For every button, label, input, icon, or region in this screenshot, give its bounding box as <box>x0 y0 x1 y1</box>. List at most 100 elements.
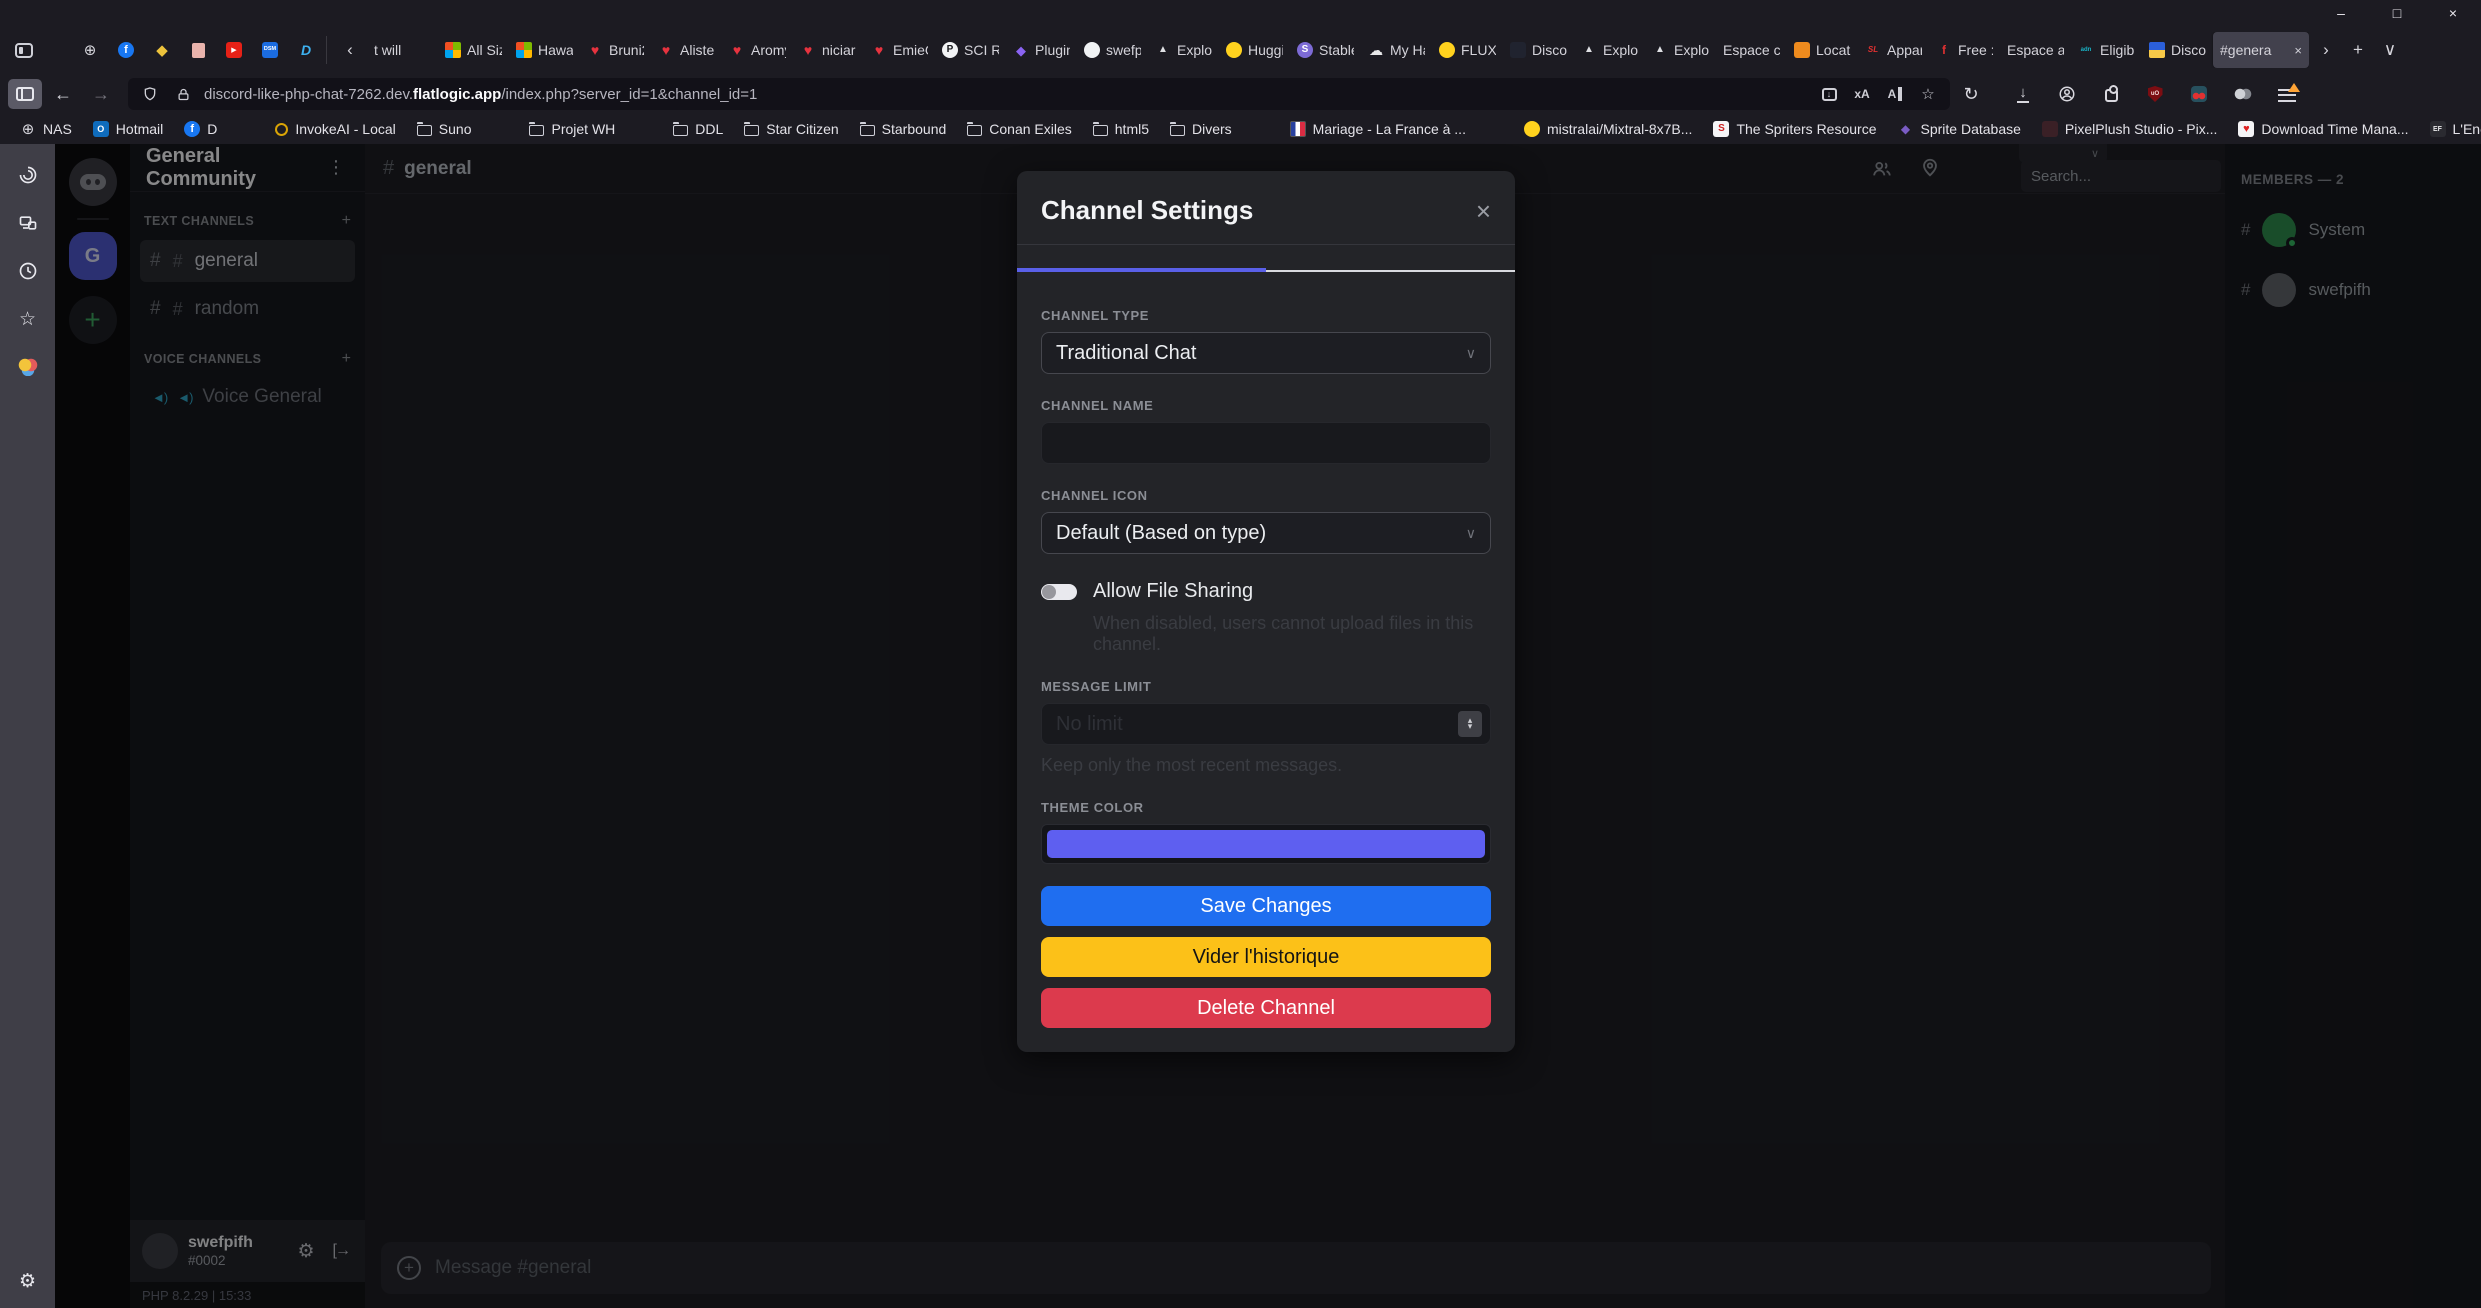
browser-tab[interactable]: ☁ My Ha <box>1361 32 1432 68</box>
translate-icon[interactable]: xA <box>1850 82 1874 106</box>
bookmark-item[interactable] <box>232 119 260 139</box>
browser-tab[interactable]: S Stable <box>1290 32 1361 68</box>
bookmark-item[interactable]: PixelPlush Studio - Pix... <box>2036 119 2224 139</box>
bookmarks-star-icon[interactable]: ☆ <box>17 308 39 330</box>
delete-channel-button[interactable]: Delete Channel <box>1041 988 1491 1028</box>
back-button[interactable]: ← <box>46 79 80 109</box>
user-settings-gear-icon[interactable]: ⚙ <box>294 1240 319 1263</box>
add-server-button[interactable]: + <box>69 296 117 344</box>
pinned-tab[interactable]: ⊕ <box>80 36 100 64</box>
bookmark-item[interactable]: html5 <box>1087 119 1155 139</box>
bookmark-item[interactable]: Mariage - La France à ... <box>1284 119 1472 139</box>
server-header[interactable]: General Community ⋮ <box>130 144 365 192</box>
history-clock-icon[interactable] <box>17 260 39 282</box>
bookmark-item[interactable]: ◆ Sprite Database <box>1892 119 2027 139</box>
browser-tab[interactable]: All Siz <box>438 32 509 68</box>
server-menu-kebab-icon[interactable]: ⋮ <box>323 157 349 178</box>
attach-plus-icon[interactable]: + <box>397 1256 421 1280</box>
browser-tab[interactable]: Espace clie <box>1716 32 1787 68</box>
bookmark-item[interactable]: Suno <box>411 119 478 139</box>
text-channel-item[interactable]: # # general <box>140 240 355 282</box>
bookmark-item[interactable]: S The Spriters Resource <box>1707 119 1882 139</box>
firefox-view-button[interactable] <box>6 32 42 68</box>
ai-chatbot-icon[interactable] <box>17 164 39 186</box>
members-toggle-icon[interactable] <box>1871 158 1893 180</box>
browser-tab[interactable]: FLUX.2 <box>1432 32 1503 68</box>
logout-icon[interactable]: [→ <box>329 1242 353 1260</box>
reader-mode-icon[interactable]: A <box>1883 82 1907 106</box>
channel-icon-select[interactable]: Default (Based on type) ∨ <box>1041 512 1491 554</box>
add-text-channel-button[interactable]: + <box>342 212 351 230</box>
browser-tab[interactable]: ♥ Alister <box>651 32 722 68</box>
member-row[interactable]: # swefpifh <box>2241 273 2465 307</box>
theme-color-picker[interactable] <box>1041 824 1491 864</box>
bookmark-item[interactable] <box>486 119 514 139</box>
member-row[interactable]: # System <box>2241 213 2465 247</box>
bookmark-item[interactable]: DDL <box>667 119 729 139</box>
browser-tab[interactable]: ♥ Bruni2 <box>580 32 651 68</box>
app-menu-button[interactable] <box>2270 79 2304 109</box>
browser-tab[interactable]: ♥ EmieO <box>864 32 935 68</box>
user-avatar[interactable] <box>142 1233 178 1269</box>
browser-tab[interactable]: ▲ Explor <box>1574 32 1645 68</box>
channel-type-select[interactable]: Traditional Chat ∨ <box>1041 332 1491 374</box>
number-spinner[interactable]: ▴ ▾ <box>1458 711 1482 737</box>
modal-tab[interactable] <box>1017 245 1266 272</box>
extensions-button[interactable] <box>2094 79 2128 109</box>
server-button-general-community[interactable]: G <box>69 232 117 280</box>
browser-tab[interactable]: adn Eligibi <box>2071 32 2142 68</box>
shield-icon[interactable] <box>138 82 162 106</box>
bookmark-item[interactable]: Star Citizen <box>738 119 844 139</box>
pinned-tab[interactable]: ▶ <box>224 36 244 64</box>
channel-name-input[interactable] <box>1041 422 1491 464</box>
browser-tab[interactable]: ♥ niciar <box>793 32 864 68</box>
browser-tab[interactable]: SL Appar <box>1858 32 1929 68</box>
browser-tab[interactable]: Locati <box>1787 32 1858 68</box>
browser-tab[interactable]: f Free : <box>1929 32 2000 68</box>
tab-list-button[interactable]: ∨ <box>2375 34 2405 66</box>
refresh-button[interactable]: ↻ <box>1954 79 1988 109</box>
browser-tab[interactable]: Huggi <box>1219 32 1290 68</box>
modal-close-icon[interactable]: × <box>1476 198 1491 224</box>
bookmark-item[interactable]: O Hotmail <box>87 119 169 139</box>
forward-button[interactable]: → <box>84 79 118 109</box>
browser-tab[interactable]: ▲ Explor <box>1148 32 1219 68</box>
browser-tab[interactable]: Hawai <box>509 32 580 68</box>
browser-tab[interactable]: P SCI RE <box>935 32 1006 68</box>
scroll-tabs-right-button[interactable]: › <box>2311 34 2341 66</box>
bookmark-item[interactable]: Conan Exiles <box>961 119 1078 139</box>
browser-tab[interactable]: ◆ Plugin <box>1006 32 1077 68</box>
browser-tab[interactable]: Discor <box>1503 32 1574 68</box>
file-sharing-toggle[interactable] <box>1041 584 1077 600</box>
clear-history-button[interactable]: Vider l'historique <box>1041 937 1491 977</box>
message-input[interactable] <box>435 1257 2195 1279</box>
bookmark-item[interactable] <box>630 119 658 139</box>
bookmark-item[interactable] <box>1481 119 1509 139</box>
bookmark-item[interactable]: Starbound <box>854 119 953 139</box>
add-voice-channel-button[interactable]: + <box>342 350 351 368</box>
bookmark-item[interactable]: Projet WH <box>523 119 621 139</box>
bookmark-item[interactable]: InvokeAI - Local <box>269 119 401 139</box>
window-close-button[interactable]: × <box>2425 0 2481 26</box>
message-limit-input[interactable] <box>1041 703 1491 745</box>
modal-tab[interactable] <box>1266 245 1515 272</box>
pinned-tab[interactable]: ◆ <box>152 36 172 64</box>
synced-tabs-icon[interactable] <box>17 212 39 234</box>
scroll-tabs-left-button[interactable]: ‹ <box>335 34 365 66</box>
browser-tab[interactable]: swefpi <box>1077 32 1148 68</box>
bookmark-item[interactable]: EF L'Encyclopédie Fantast... <box>2424 119 2481 139</box>
location-pin-icon[interactable] <box>1919 156 1941 178</box>
bookmark-item[interactable]: ⊕ NAS <box>14 119 78 139</box>
pinned-tab[interactable]: D <box>296 36 316 64</box>
new-tab-button[interactable]: + <box>2343 34 2373 66</box>
browser-tab[interactable]: #genera × <box>2213 32 2309 68</box>
theme-color-swatch[interactable] <box>1047 830 1485 858</box>
account-button[interactable] <box>2050 79 2084 109</box>
window-maximize-button[interactable]: □ <box>2369 0 2425 26</box>
pinned-tab[interactable]: DSM <box>260 36 280 64</box>
sidebar-settings-gear-icon[interactable]: ⚙ <box>17 1270 39 1292</box>
pinned-tab[interactable] <box>188 36 208 64</box>
text-channel-item[interactable]: # # random <box>140 288 355 330</box>
bookmark-item[interactable]: ♥ Download Time Mana... <box>2232 119 2414 139</box>
extension-dots-button[interactable] <box>2226 79 2260 109</box>
